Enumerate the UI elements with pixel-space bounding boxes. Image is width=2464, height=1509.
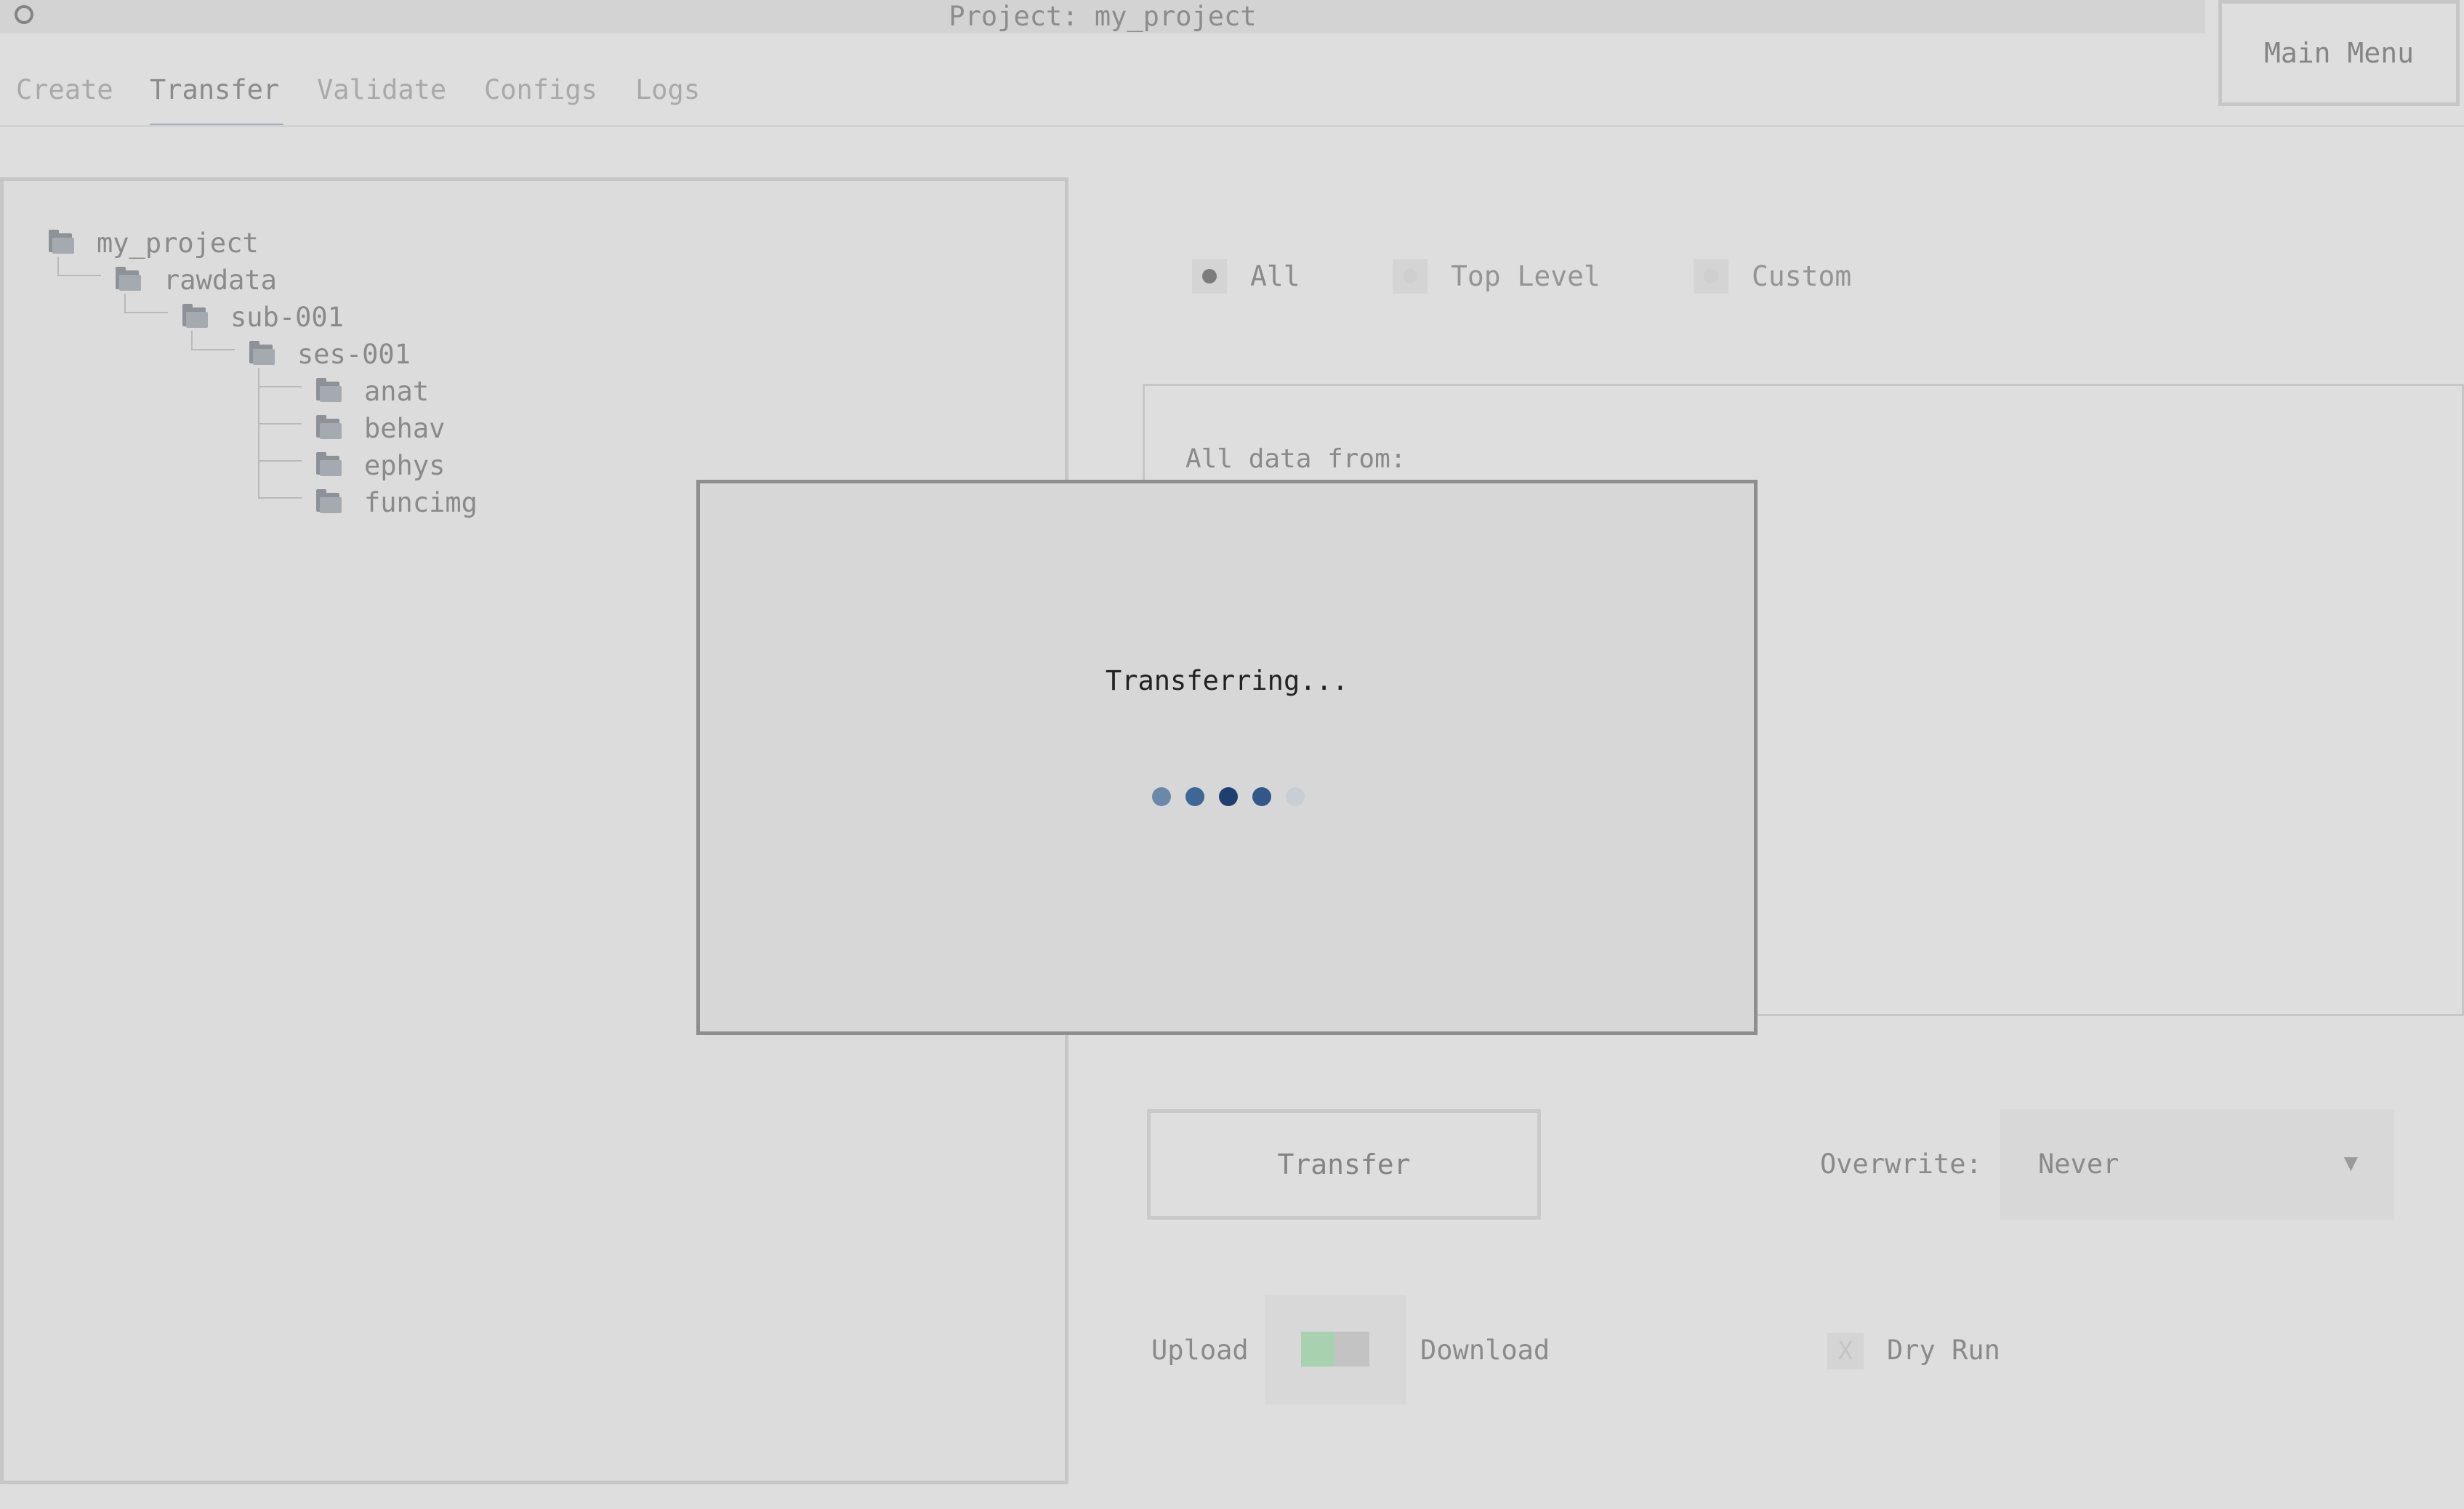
overwrite-label: Overwrite: xyxy=(1820,1148,1982,1180)
transfer-progress-modal: Transferring... xyxy=(696,480,1758,1035)
radio-label: Top Level xyxy=(1451,260,1601,292)
tree-item[interactable]: anat xyxy=(316,373,429,409)
tree-item-label: my_project xyxy=(97,227,259,259)
dry-run-label: Dry Run xyxy=(1887,1335,2000,1366)
overwrite-selected-value: Never xyxy=(2038,1148,2119,1180)
tab-validate[interactable]: Validate xyxy=(317,70,446,110)
tree-connector xyxy=(258,368,259,499)
switch-track xyxy=(1301,1332,1369,1367)
download-label: Download xyxy=(1420,1335,1550,1366)
tab-divider xyxy=(0,125,2464,127)
folder-icon xyxy=(316,378,342,402)
spinner-dot xyxy=(1252,787,1271,806)
tree-item[interactable]: rawdata xyxy=(116,262,277,298)
radio-label: Custom xyxy=(1752,260,1852,292)
folder-icon xyxy=(316,489,342,513)
radio-label: All xyxy=(1250,260,1300,292)
tree-connector xyxy=(258,497,302,499)
tree-item[interactable]: funcimg xyxy=(316,484,478,520)
radio-all[interactable]: All xyxy=(1192,252,1300,301)
info-text: All data from: xyxy=(1185,444,1406,474)
tree-connector xyxy=(57,275,101,276)
folder-open-icon xyxy=(116,267,142,291)
tree-connector xyxy=(191,349,235,350)
spinner-dot xyxy=(1185,787,1204,806)
tree-item-label: sub-001 xyxy=(230,301,344,333)
tree-item-label: funcimg xyxy=(364,486,478,518)
title-bar: Project: my_project xyxy=(0,0,2205,33)
tree-item-label: behav xyxy=(364,412,446,444)
tree-connector xyxy=(258,386,302,387)
radio-custom[interactable]: Custom xyxy=(1694,252,1851,301)
dry-run-checkbox[interactable]: X xyxy=(1827,1333,1864,1369)
folder-open-icon xyxy=(249,341,275,365)
tree-item-label: rawdata xyxy=(164,264,277,296)
transfer-button[interactable]: Transfer xyxy=(1147,1109,1541,1220)
tab-create[interactable]: Create xyxy=(16,70,113,110)
main-menu-button[interactable]: Main Menu xyxy=(2218,0,2460,106)
overwrite-select[interactable]: Never ▼ xyxy=(2000,1109,2394,1220)
window-title: Project: my_project xyxy=(949,1,1257,32)
spinner-dot xyxy=(1286,787,1305,806)
tree-item[interactable]: behav xyxy=(316,410,445,446)
tree-item[interactable]: ses-001 xyxy=(249,336,411,372)
tree-item-label: ephys xyxy=(364,449,446,481)
tree-item-label: anat xyxy=(364,375,430,407)
folder-open-icon xyxy=(49,230,75,254)
tree-connector xyxy=(124,312,168,313)
tree-item[interactable]: ephys xyxy=(316,447,445,483)
modal-message: Transferring... xyxy=(1105,665,1349,696)
loading-spinner-icon xyxy=(1152,787,1305,809)
spinner-dot xyxy=(1152,787,1171,806)
radio-button[interactable] xyxy=(1393,259,1428,294)
radio-button[interactable] xyxy=(1192,259,1227,294)
folder-icon xyxy=(316,415,342,439)
tab-logs[interactable]: Logs xyxy=(635,70,700,110)
app-window: Project: my_project Main Menu Create Tra… xyxy=(0,0,2464,1509)
dropdown-arrow-icon: ▼ xyxy=(2343,1148,2358,1176)
tree-item-label: ses-001 xyxy=(297,338,411,370)
tree-connector xyxy=(258,423,302,424)
folder-icon xyxy=(316,452,342,476)
upload-label: Upload xyxy=(1151,1335,1249,1366)
tab-transfer[interactable]: Transfer xyxy=(150,70,279,110)
spinner-dot xyxy=(1219,787,1238,806)
folder-open-icon xyxy=(182,304,209,328)
tree-item[interactable]: my_project xyxy=(49,225,259,261)
tree-item[interactable]: sub-001 xyxy=(182,299,344,335)
tab-configs[interactable]: Configs xyxy=(484,70,597,110)
switch-knob xyxy=(1301,1332,1334,1367)
radio-top-level[interactable]: Top Level xyxy=(1393,252,1601,301)
upload-download-switch[interactable] xyxy=(1265,1295,1406,1404)
tree-connector xyxy=(258,460,302,462)
radio-button[interactable] xyxy=(1694,259,1728,294)
